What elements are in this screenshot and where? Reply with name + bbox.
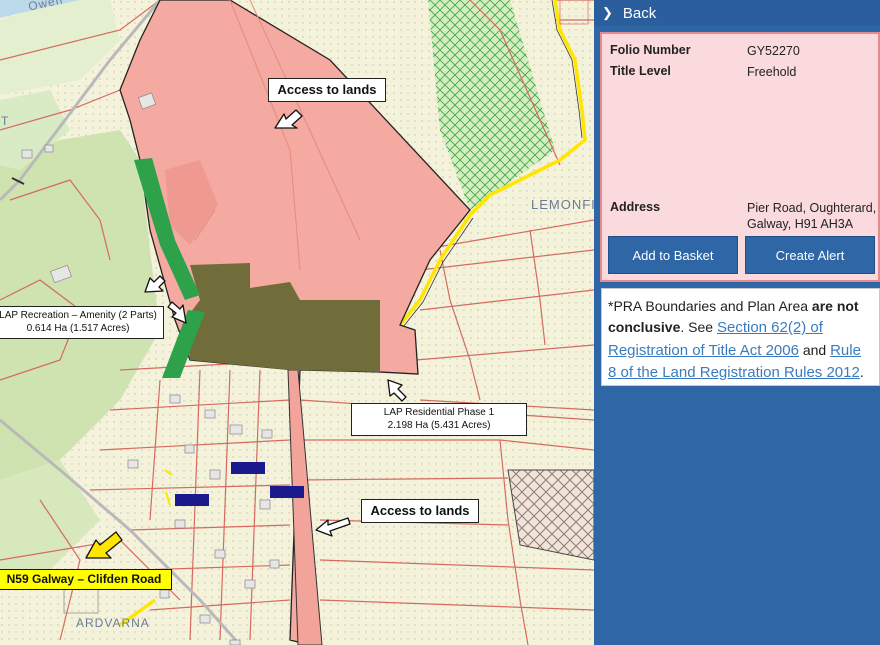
create-alert-button[interactable]: Create Alert	[745, 236, 875, 274]
title-level-key: Title Level	[610, 64, 671, 78]
notice-mid: . See	[680, 319, 717, 335]
folio-value: GY52270	[747, 44, 800, 58]
callout-recreation-area: 0.614 Ha (1.517 Acres)	[26, 322, 130, 334]
callout-access-bottom: Access to lands	[361, 499, 479, 524]
notice-and: and	[798, 341, 831, 358]
callout-recreation-title: LAP Recreation – Amenity (2 Parts)	[0, 310, 157, 321]
pra-notice: *PRA Boundaries and Plan Area are not co…	[601, 288, 880, 386]
callout-residential-area: 2.198 Ha (5.431 Acres)	[387, 419, 491, 431]
blue-marker-3	[270, 486, 304, 498]
map-view[interactable]: Access to lands Access to lands LAP Recr…	[0, 0, 594, 645]
place-label-t: T	[1, 114, 10, 128]
place-label-ardvarna: ARDVARNA	[76, 616, 150, 630]
place-label-lemonfield: LEMONFI	[531, 197, 594, 212]
notice-prefix: *PRA Boundaries and Plan Area	[608, 298, 812, 314]
callout-recreation: LAP Recreation – Amenity (2 Parts) 0.614…	[0, 306, 164, 339]
back-button[interactable]: ❯ Back	[594, 0, 880, 26]
callout-residential-title: LAP Residential Phase 1	[383, 407, 495, 418]
address-value: Pier Road, Oughterard, Galway, H91 AH3A	[747, 201, 877, 232]
folio-info-card: Folio Number GY52270 Title Level Freehol…	[600, 32, 880, 282]
add-to-basket-button[interactable]: Add to Basket	[608, 236, 738, 274]
back-label: Back	[622, 4, 657, 22]
chevron-right-icon: ❯	[602, 5, 613, 20]
property-panel: ❯ Back Folio Number GY52270 Title Level …	[594, 0, 880, 645]
blue-marker-1	[231, 462, 265, 474]
blue-marker-2	[175, 494, 209, 506]
folio-key: Folio Number	[610, 43, 691, 57]
callout-residential: LAP Residential Phase 1 2.198 Ha (5.431 …	[351, 403, 527, 436]
callout-road: N59 Galway – Clifden Road	[0, 569, 172, 590]
title-level-value: Freehold	[747, 65, 797, 79]
notice-end: .	[859, 364, 864, 380]
address-key: Address	[610, 200, 661, 214]
callout-access-top: Access to lands	[268, 78, 386, 103]
